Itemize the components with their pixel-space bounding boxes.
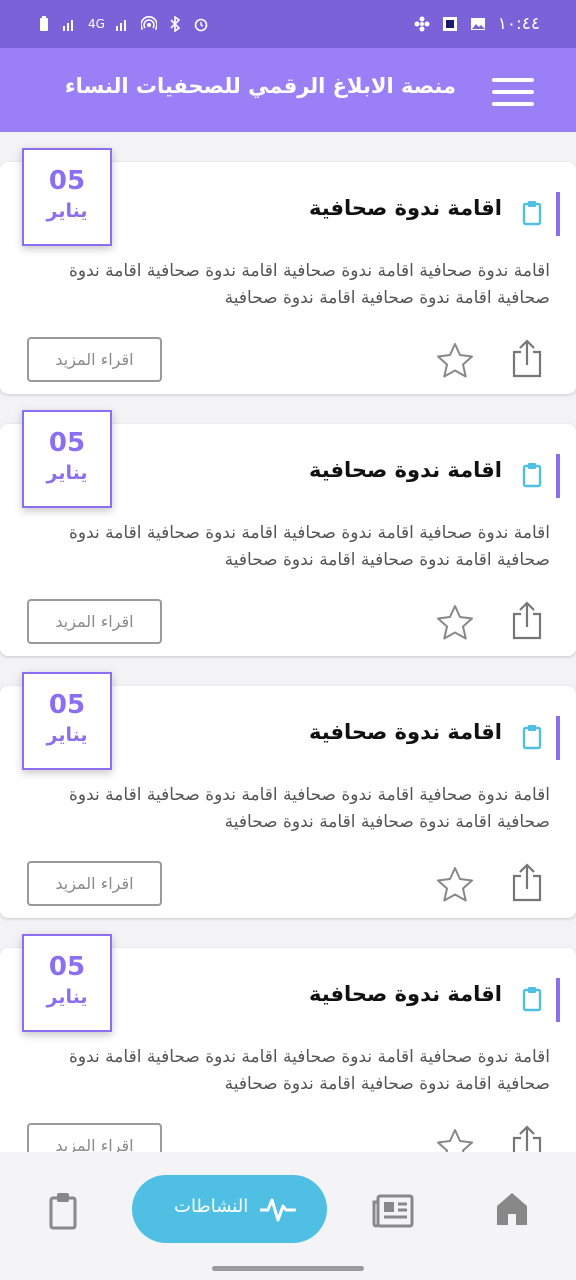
date-badge: 05 يناير [22, 672, 112, 770]
card-title[interactable]: اقامة ندوة صحافية [309, 458, 502, 482]
card-title[interactable]: اقامة ندوة صحافية [309, 196, 502, 220]
card-description: اقامة ندوة صحافية اقامة ندوة صحافية اقام… [69, 1047, 550, 1094]
star-icon[interactable] [436, 866, 474, 904]
news-card[interactable]: 05 يناير اقامة ندوة صحافية اقامة ندوة صح… [0, 934, 576, 1152]
activities-tab[interactable]: النشاطات [132, 1175, 327, 1243]
image-icon [470, 18, 485, 30]
fan-icon [414, 16, 430, 32]
activity-icon [260, 1198, 296, 1222]
date-month: يناير [46, 724, 88, 746]
date-day: 05 [48, 166, 86, 196]
card-description: اقامة ندوة صحافية اقامة ندوة صحافية اقام… [69, 523, 550, 570]
accent-bar [556, 716, 560, 760]
card-title[interactable]: اقامة ندوة صحافية [309, 720, 502, 744]
accent-bar [556, 454, 560, 498]
bottom-nav: النشاطات [0, 1152, 576, 1280]
signal-icon-2 [115, 20, 126, 31]
clipboard-nav-icon[interactable] [48, 1192, 78, 1230]
news-card[interactable]: 05 يناير اقامة ندوة صحافية اقامة ندوة صح… [0, 672, 576, 918]
date-badge: 05 يناير [22, 410, 112, 508]
read-more-button[interactable]: اقراء المزيد [27, 1123, 162, 1152]
news-feed[interactable]: 05 يناير اقامة ندوة صحافية اقامة ندوة صح… [0, 132, 576, 1152]
star-icon[interactable] [436, 342, 474, 380]
date-month: يناير [46, 462, 88, 484]
read-more-button[interactable]: اقراء المزيد [27, 599, 162, 644]
news-card[interactable]: 05 يناير اقامة ندوة صحافية اقامة ندوة صح… [0, 148, 576, 394]
clipboard-icon [522, 987, 542, 1012]
status-left: 4G [36, 16, 209, 32]
date-month: يناير [46, 986, 88, 1008]
status-bar: 4G ١٠:٤٤ [0, 0, 576, 48]
date-badge: 05 يناير [22, 148, 112, 246]
date-badge: 05 يناير [22, 934, 112, 1032]
card-description: اقامة ندوة صحافية اقامة ندوة صحافية اقام… [69, 785, 550, 832]
app-bar: منصة الابلاغ الرقمي للصحفيات النساء [0, 48, 576, 132]
page-title: منصة الابلاغ الرقمي للصحفيات النساء [64, 74, 456, 98]
date-day: 05 [48, 428, 86, 458]
news-card[interactable]: 05 يناير اقامة ندوة صحافية اقامة ندوة صح… [0, 410, 576, 656]
star-icon[interactable] [436, 1128, 474, 1152]
app-notification-icon [442, 17, 457, 31]
date-day: 05 [48, 690, 86, 720]
news-icon[interactable] [372, 1194, 414, 1228]
home-icon[interactable] [496, 1192, 528, 1226]
activities-label: النشاطات [174, 1196, 249, 1217]
card-description: اقامة ندوة صحافية اقامة ندوة صحافية اقام… [69, 261, 550, 308]
share-icon[interactable] [510, 1124, 544, 1152]
signal-icon [63, 20, 73, 31]
network-label: 4G [88, 17, 105, 31]
battery-icon [40, 16, 48, 31]
status-right: ١٠:٤٤ [414, 14, 540, 34]
date-month: يناير [46, 200, 88, 222]
share-icon[interactable] [510, 600, 544, 640]
bluetooth-icon [170, 16, 181, 32]
share-icon[interactable] [510, 862, 544, 902]
read-more-button[interactable]: اقراء المزيد [27, 337, 162, 382]
gesture-bar [212, 1266, 364, 1271]
star-icon[interactable] [436, 604, 474, 642]
clipboard-icon [522, 725, 542, 750]
date-day: 05 [48, 952, 86, 982]
status-time: ١٠:٤٤ [497, 14, 540, 34]
read-more-button[interactable]: اقراء المزيد [27, 861, 162, 906]
card-title[interactable]: اقامة ندوة صحافية [309, 982, 502, 1006]
clipboard-icon [522, 201, 542, 226]
accent-bar [556, 192, 560, 236]
hotspot-icon [140, 16, 157, 30]
share-icon[interactable] [510, 338, 544, 378]
accent-bar [556, 978, 560, 1022]
alarm-icon [194, 18, 208, 32]
hamburger-menu-icon[interactable] [492, 78, 534, 108]
clipboard-icon [522, 463, 542, 488]
